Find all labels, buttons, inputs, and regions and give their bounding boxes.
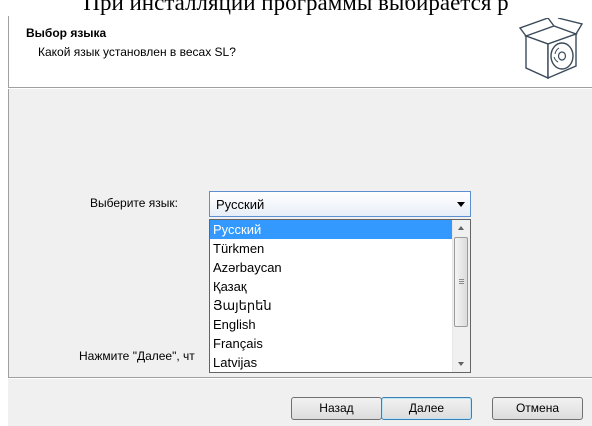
language-option[interactable]: Türkmen: [210, 239, 454, 258]
language-select-value: Русский: [216, 197, 265, 212]
dropdown-scrollbar[interactable]: [452, 220, 470, 372]
language-option[interactable]: Français: [210, 334, 454, 353]
wizard-header: Выбор языка Какой язык установлен в веса…: [0, 16, 592, 87]
grip-line: [459, 281, 464, 282]
language-dropdown-list[interactable]: Русский Türkmen Azərbaycan Қазақ Յայերեն Engl…: [209, 219, 471, 373]
cancel-button[interactable]: Отмена: [492, 397, 583, 420]
document-caption-fragment: При инсталляции программы выбирается р: [83, 0, 509, 15]
next-hint-text: Нажмите "Далее", чт: [79, 349, 195, 363]
scroll-down-button[interactable]: [453, 355, 470, 372]
language-option[interactable]: Қазақ: [210, 277, 454, 296]
arrow-down-icon: [458, 362, 464, 366]
page-subtitle: Какой язык установлен в весах SL?: [38, 45, 236, 59]
grip-line: [459, 283, 464, 284]
window-left-edge: [8, 16, 9, 87]
language-option[interactable]: Русский: [210, 220, 454, 239]
window-left-edge-lower: [8, 89, 9, 426]
chevron-down-icon[interactable]: [457, 202, 465, 207]
language-option[interactable]: Azərbaycan: [210, 258, 454, 277]
language-option[interactable]: Յայերեն: [210, 296, 454, 315]
next-button[interactable]: Далее: [381, 397, 472, 420]
language-label: Выберите язык:: [90, 196, 178, 210]
scroll-up-button[interactable]: [453, 220, 470, 237]
arrow-up-icon: [458, 226, 464, 230]
language-option[interactable]: Latvijas: [210, 353, 454, 372]
grip-line: [459, 279, 464, 280]
dropdown-options: Русский Türkmen Azərbaycan Қазақ Յայերեն Engl…: [210, 220, 454, 372]
language-select[interactable]: Русский: [209, 191, 471, 217]
page-title: Выбор языка: [26, 26, 107, 40]
installer-box-disc-icon: [518, 18, 584, 80]
scroll-thumb[interactable]: [454, 237, 468, 327]
language-option[interactable]: English: [210, 315, 454, 334]
back-button[interactable]: Назад: [291, 397, 382, 420]
